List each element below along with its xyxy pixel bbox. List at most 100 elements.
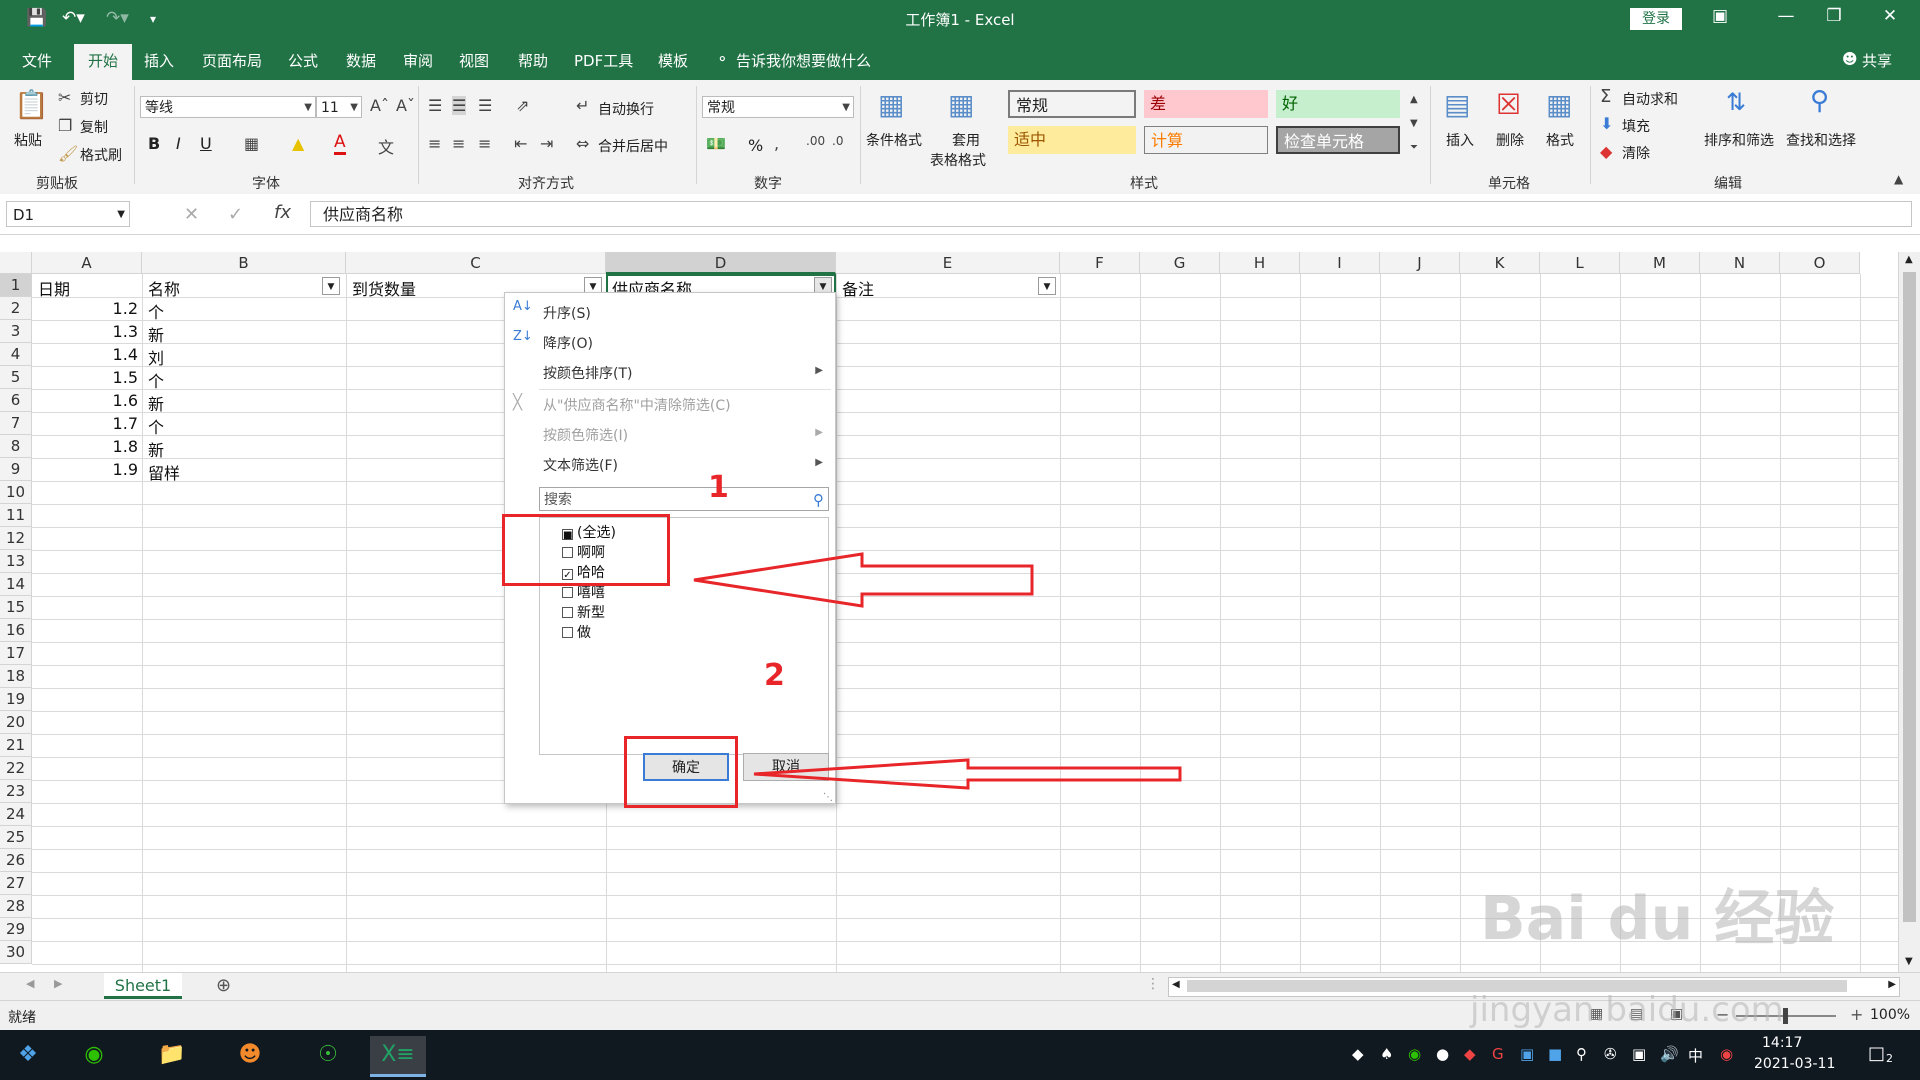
style-calculation[interactable]: 计算 (1144, 126, 1268, 154)
sort-filter-button[interactable]: 排序和筛选 (1704, 130, 1774, 150)
vertical-scroll-thumb[interactable] (1903, 272, 1916, 922)
column-header-g[interactable]: G (1140, 252, 1220, 274)
row-header[interactable]: 10 (0, 481, 32, 504)
row-header[interactable]: 4 (0, 343, 32, 366)
bold-button[interactable]: B (148, 134, 160, 153)
comma-icon[interactable]: , (774, 134, 779, 153)
scroll-down-icon[interactable]: ▼ (1905, 956, 1913, 967)
find-select-button[interactable]: 查找和选择 (1786, 130, 1856, 150)
format-painter-button[interactable]: 格式刷 (80, 145, 122, 165)
row-header[interactable]: 6 (0, 389, 32, 412)
row-header[interactable]: 25 (0, 826, 32, 849)
row-header[interactable]: 18 (0, 665, 32, 688)
zoom-level[interactable]: 100% (1870, 1007, 1910, 1023)
row-header[interactable]: 20 (0, 711, 32, 734)
tray-wechat-icon[interactable]: ◉ (1408, 1045, 1421, 1063)
orientation-icon[interactable]: ⇗ (516, 96, 529, 115)
row-header[interactable]: 3 (0, 320, 32, 343)
align-top-icon[interactable]: ☰ (428, 96, 442, 115)
filter-option[interactable]: 做 (562, 622, 591, 642)
row-header[interactable]: 16 (0, 619, 32, 642)
align-bottom-icon[interactable]: ☰ (478, 96, 492, 115)
column-header-o[interactable]: O (1780, 252, 1860, 274)
tray-app-icon[interactable]: ■ (1548, 1045, 1562, 1063)
tray-app-icon[interactable]: ● (1436, 1045, 1449, 1063)
app-avatar-icon[interactable]: ☻ (222, 1036, 278, 1074)
filter-by-color-item[interactable]: 按颜色筛选(I) (543, 425, 628, 445)
row-header[interactable]: 29 (0, 918, 32, 941)
zoom-in-icon[interactable]: + (1850, 1005, 1863, 1024)
browser-icon[interactable]: ☉ (300, 1036, 356, 1074)
align-middle-icon[interactable]: ☰ (452, 96, 467, 115)
row-header[interactable]: 30 (0, 941, 32, 964)
row-header[interactable]: 15 (0, 596, 32, 619)
tab-home[interactable]: 开始 (74, 44, 132, 80)
header-cell-date[interactable]: 日期 (38, 276, 70, 300)
style-bad[interactable]: 差 (1144, 90, 1268, 118)
align-right-icon[interactable]: ≡ (478, 134, 491, 153)
tab-data[interactable]: 数据 (346, 50, 376, 71)
row-header[interactable]: 9 (0, 458, 32, 481)
ribbon-display-icon[interactable]: ▣ (1700, 6, 1740, 26)
close-button[interactable]: ✕ (1870, 6, 1910, 26)
format-as-table-label1[interactable]: 套用 (952, 130, 980, 150)
row-header[interactable]: 21 (0, 734, 32, 757)
currency-icon[interactable]: 💵 (706, 134, 726, 153)
styles-scroll-down-icon[interactable]: ▼ (1410, 118, 1418, 129)
tab-page-layout[interactable]: 页面布局 (202, 50, 262, 71)
tab-pdf-tools[interactable]: PDF工具 (574, 50, 633, 71)
volume-icon[interactable]: 🔊 (1660, 1045, 1679, 1063)
start-button-icon[interactable]: ❖ (0, 1036, 56, 1074)
tray-security-icon[interactable]: ◆ (1464, 1045, 1476, 1063)
underline-button[interactable]: U (200, 134, 212, 153)
font-color-button[interactable]: A (334, 132, 346, 155)
enter-icon[interactable]: ✓ (228, 204, 243, 225)
select-all-corner[interactable] (0, 252, 32, 274)
split-handle-icon[interactable]: ⋮ (1146, 976, 1160, 992)
delete-cells-button[interactable]: 删除 (1496, 130, 1524, 150)
percent-button[interactable]: % (748, 136, 763, 155)
column-header-n[interactable]: N (1700, 252, 1780, 274)
row-header[interactable]: 8 (0, 435, 32, 458)
scroll-up-icon[interactable]: ▲ (1905, 254, 1913, 265)
row-header[interactable]: 11 (0, 504, 32, 527)
sort-ascending-item[interactable]: 升序(S) (543, 303, 591, 323)
column-header-f[interactable]: F (1060, 252, 1140, 274)
font-size-combo[interactable]: 11 ▼ (316, 96, 362, 118)
tray-app-icon[interactable]: ♠ (1380, 1045, 1393, 1063)
data-cell[interactable]: 1.5 (113, 368, 138, 387)
align-center-icon[interactable]: ≡ (452, 134, 465, 153)
data-cell[interactable]: 留样 (148, 460, 180, 484)
font-name-combo[interactable]: 等线 ▼ (140, 96, 316, 118)
column-header-j[interactable]: J (1380, 252, 1460, 274)
border-icon[interactable]: ▦ (244, 134, 259, 153)
header-cell-quantity[interactable]: 到货数量 (352, 276, 416, 300)
sheet-tab-sheet1[interactable]: Sheet1 (104, 973, 182, 999)
styles-more-icon[interactable]: ⏷ (1410, 142, 1418, 153)
tray-app-icon[interactable]: ◆ (1352, 1045, 1364, 1063)
input-method-indicator[interactable]: 中 (1688, 1045, 1703, 1066)
row-header[interactable]: 22 (0, 757, 32, 780)
cancel-icon[interactable]: ✕ (184, 204, 199, 225)
conditional-format-button[interactable]: 条件格式 (866, 130, 922, 150)
format-as-table-label2[interactable]: 表格格式 (930, 150, 986, 170)
tab-formulas[interactable]: 公式 (288, 50, 318, 71)
tab-template[interactable]: 模板 (658, 50, 688, 71)
collapse-ribbon-icon[interactable]: ▲ (1894, 172, 1903, 186)
name-box[interactable]: D1 ▼ (6, 201, 130, 227)
autosum-button[interactable]: 自动求和 (1622, 89, 1678, 109)
filter-search-input[interactable]: 搜索 ⚲ (539, 487, 829, 511)
insert-cells-button[interactable]: 插入 (1446, 130, 1474, 150)
excel-taskbar-icon[interactable]: X≡ (370, 1036, 426, 1077)
tray-google-icon[interactable]: G (1492, 1045, 1504, 1063)
header-cell-name[interactable]: 名称 (148, 276, 180, 300)
row-header[interactable]: 26 (0, 849, 32, 872)
scroll-right-icon[interactable]: ▶ (1888, 979, 1896, 990)
filter-option[interactable]: 新型 (562, 602, 605, 622)
data-cell[interactable]: 刘 (148, 345, 164, 369)
column-header-d[interactable]: D (606, 252, 836, 274)
clock-date[interactable]: 2021-03-11 (1754, 1056, 1835, 1072)
italic-button[interactable]: I (176, 134, 181, 153)
column-header-l[interactable]: L (1540, 252, 1620, 274)
tab-view[interactable]: 视图 (459, 50, 489, 71)
